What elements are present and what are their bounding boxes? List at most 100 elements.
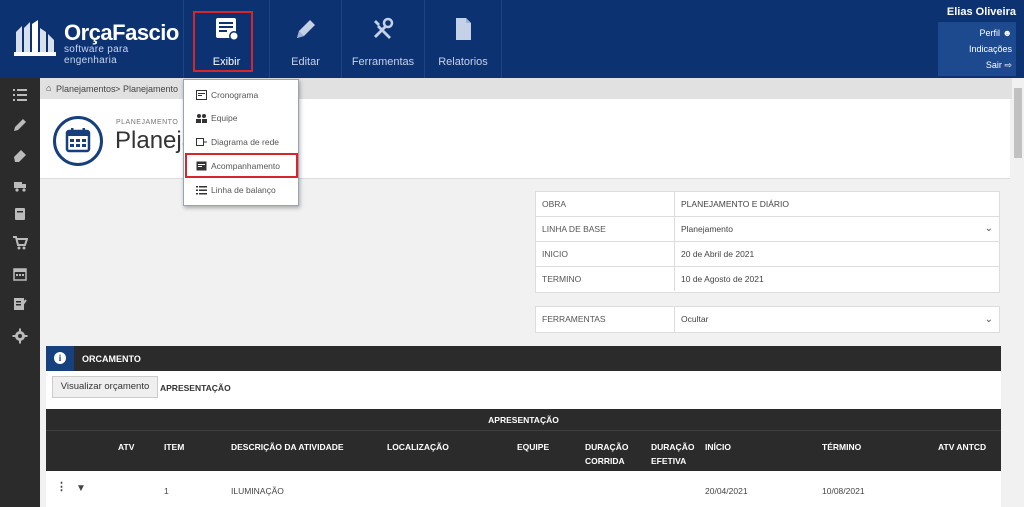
list-icon <box>196 186 207 195</box>
column-header-localizacao[interactable]: LOCALIZAÇÃO <box>387 440 449 454</box>
linha-de-base-value: Planejamento <box>681 224 733 234</box>
user-panel: Elias Oliveira Perfil ☻ Indicações Sair … <box>938 6 1016 76</box>
table-row[interactable]: ⋮ ▼ 1 ILUMINAÇÃO 20/04/2021 10/08/2021 <box>46 471 1001 507</box>
breadcrumb-planejamentos[interactable]: Planejamentos <box>56 84 116 94</box>
pencil-icon <box>296 20 315 38</box>
exibir-dropdown-menu: Cronograma Equipe Diagrama de rede Acomp… <box>183 79 299 206</box>
exibir-highlight-box <box>193 11 253 72</box>
profile-link[interactable]: Perfil ☻ <box>942 25 1012 41</box>
breadcrumb-separator: > <box>115 84 121 94</box>
info-row-obra: OBRA PLANEJAMENTO E DIÁRIO <box>536 192 999 217</box>
nav-relatorios[interactable]: Relatorios <box>424 0 502 78</box>
presentation-table-title: APRESENTAÇÃO <box>46 409 1001 431</box>
column-header-atv-antcd[interactable]: ATV ANTCD <box>938 440 986 454</box>
column-header-inicio[interactable]: INÍCIO <box>705 440 731 454</box>
app-logo[interactable]: OrçaFascio software para engenharia <box>12 16 182 66</box>
cart-icon[interactable] <box>12 235 28 251</box>
page-subtitle: PLANEJAMENTO <box>116 119 179 126</box>
network-diagram-icon <box>196 138 207 146</box>
menu-item-linha-de-balanco[interactable]: Linha de balanço <box>184 180 298 200</box>
user-name: Elias Oliveira <box>946 6 1016 18</box>
row-menu-icon[interactable]: ⋮ <box>56 480 67 493</box>
menu-item-label: Diagrama de rede <box>211 137 280 147</box>
expand-caret-icon[interactable]: ▼ <box>76 483 86 494</box>
book-icon[interactable] <box>12 206 28 222</box>
nav-relatorios-label: Relatorios <box>438 56 488 68</box>
user-links: Perfil ☻ Indicações Sair ⇨ <box>938 22 1016 76</box>
linha-de-base-select[interactable]: Planejamento ⌄ <box>676 217 999 241</box>
chevron-down-icon: ⌄ <box>984 314 993 325</box>
nav-ferramentas[interactable]: Ferramentas <box>341 0 424 78</box>
logout-icon: ⇨ <box>1004 60 1012 70</box>
column-header-termino[interactable]: TÉRMINO <box>822 440 861 454</box>
team-icon <box>196 114 207 123</box>
tools-row: FERRAMENTAS Ocultar ⌄ <box>535 306 1000 333</box>
menu-item-cronograma[interactable]: Cronograma <box>184 85 298 105</box>
pencil-icon[interactable] <box>12 117 28 133</box>
menu-item-diagrama-de-rede[interactable]: Diagrama de rede <box>184 132 298 152</box>
scrollbar-thumb[interactable] <box>1014 88 1022 158</box>
presentation-label: APRESENTAÇÃO <box>160 383 231 393</box>
calendar-icon <box>53 116 103 166</box>
logo-name: OrçaFascio <box>64 20 179 45</box>
presentation-table-header: APRESENTAÇÃO ATV ITEM DESCRIÇÃO DA ATIVI… <box>46 409 1001 471</box>
tools-label: FERRAMENTAS <box>536 307 675 332</box>
column-header-duracao-corrida[interactable]: DURAÇÃO CORRIDA <box>585 440 635 468</box>
gear-icon[interactable] <box>12 328 28 344</box>
info-row-inicio: INICIO 20 de Abril de 2021 <box>536 242 999 267</box>
column-header-item[interactable]: ITEM <box>164 440 184 454</box>
chevron-down-icon: ⌄ <box>984 223 993 234</box>
info-label: INICIO <box>536 242 675 266</box>
profile-link-label: Perfil <box>979 28 1000 38</box>
truck-icon[interactable] <box>12 177 28 193</box>
nav-ferramentas-label: Ferramentas <box>351 56 415 68</box>
logout-link-label: Sair <box>985 60 1002 70</box>
column-header-descricao[interactable]: DESCRIÇÃO DA ATIVIDADE <box>231 440 344 454</box>
calendar-icon[interactable] <box>12 266 28 282</box>
row-termino: 10/08/2021 <box>822 486 865 496</box>
info-label: TERMINO <box>536 267 675 291</box>
view-budget-button[interactable]: Visualizar orçamento <box>52 376 158 398</box>
tools-select-value: Ocultar <box>681 314 709 324</box>
page-scrollbar[interactable] <box>1012 78 1024 507</box>
column-header-duracao-efetiva[interactable]: DURAÇÃO EFETIVA <box>651 440 701 468</box>
info-icon[interactable]: i <box>46 346 74 371</box>
menu-item-label: Linha de balanço <box>211 185 276 195</box>
checklist-icon[interactable] <box>12 296 28 312</box>
schedule-icon <box>196 90 207 100</box>
breadcrumb-planejamento: Planejamento <box>123 84 179 94</box>
home-icon[interactable]: ⌂ <box>46 83 51 93</box>
menu-item-label: Cronograma <box>211 90 259 100</box>
column-header-atv[interactable]: ATV <box>118 440 134 454</box>
user-icon: ☻ <box>1002 28 1012 38</box>
info-value: PLANEJAMENTO E DIÁRIO <box>681 199 790 209</box>
document-icon <box>456 18 471 40</box>
acompanhamento-highlight-box <box>185 153 298 178</box>
tools-select[interactable]: Ocultar ⌄ <box>676 307 999 332</box>
logout-link[interactable]: Sair ⇨ <box>942 57 1012 73</box>
tools-icon <box>374 17 394 39</box>
orcamento-body: Visualizar orçamento APRESENTAÇÃO <box>46 371 1001 409</box>
logo-mark-icon <box>14 20 56 56</box>
info-row-termino: TERMINO 10 de Agosto de 2021 <box>536 267 999 292</box>
info-row-linha-de-base: LINHA DE BASE Planejamento ⌄ <box>536 217 999 242</box>
indications-link[interactable]: Indicações <box>942 41 1012 57</box>
info-label: LINHA DE BASE <box>536 217 675 241</box>
nav-editar[interactable]: Editar <box>269 0 341 78</box>
eraser-icon[interactable] <box>12 147 28 163</box>
top-navbar: OrçaFascio software para engenharia Exib… <box>0 0 1024 78</box>
row-descricao: ILUMINAÇÃO <box>231 486 284 496</box>
logo-tagline: software para engenharia <box>64 44 129 66</box>
list-icon[interactable] <box>12 87 28 103</box>
orcamento-header: i ORCAMENTO <box>46 346 1001 371</box>
orcamento-title: ORCAMENTO <box>82 354 141 364</box>
left-sidebar <box>0 78 40 507</box>
column-header-equipe[interactable]: EQUIPE <box>517 440 549 454</box>
info-value: 10 de Agosto de 2021 <box>681 274 764 284</box>
info-label: OBRA <box>536 192 675 216</box>
row-inicio: 20/04/2021 <box>705 486 748 496</box>
menu-item-equipe[interactable]: Equipe <box>184 108 298 128</box>
row-item: 1 <box>164 486 169 496</box>
info-value: 20 de Abril de 2021 <box>681 249 755 259</box>
info-table: OBRA PLANEJAMENTO E DIÁRIO LINHA DE BASE… <box>535 191 1000 293</box>
